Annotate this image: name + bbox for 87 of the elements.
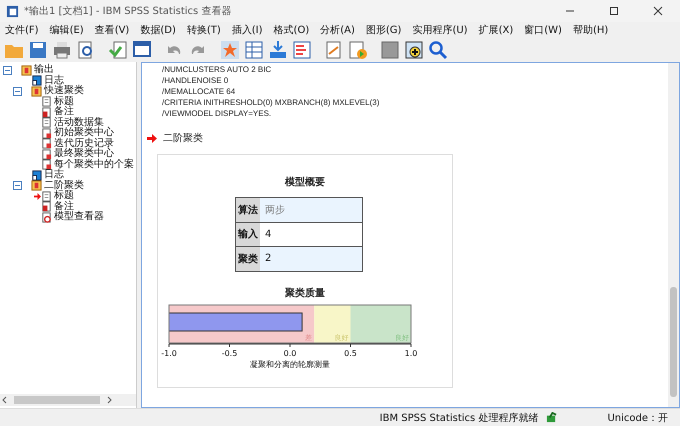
table-title: 模型概要 bbox=[285, 176, 325, 189]
tree-item[interactable]: 快速聚类 bbox=[44, 86, 84, 96]
page-icon bbox=[41, 117, 52, 128]
app-icon bbox=[6, 4, 19, 18]
menu-item[interactable]: 窗口(W) bbox=[524, 23, 562, 37]
window-title: *输出1 [文档1] - IBM SPSS Statistics 查看器 bbox=[24, 4, 232, 18]
tree-item[interactable]: 活动数据集 bbox=[54, 118, 104, 128]
table-icon bbox=[41, 128, 52, 139]
scale-label: 0.0 bbox=[284, 348, 296, 358]
chart-title: 聚类质量 bbox=[285, 286, 325, 300]
table-cell: 2 bbox=[260, 247, 362, 270]
current-arrow-icon bbox=[147, 134, 157, 142]
scale-label: -1.0 bbox=[161, 348, 177, 358]
tree-item[interactable]: 二阶聚类 bbox=[44, 180, 84, 191]
scale-label: 1.0 bbox=[404, 348, 418, 358]
section-heading: 二阶聚类 bbox=[163, 132, 203, 145]
table-icon[interactable] bbox=[244, 40, 264, 60]
menu-item[interactable]: 数据(D) bbox=[140, 23, 176, 37]
collapse-icon[interactable] bbox=[13, 181, 22, 190]
row-header: 算法 bbox=[236, 198, 260, 222]
tree-item[interactable]: 日志 bbox=[44, 76, 64, 86]
menu-item[interactable]: 帮助(H) bbox=[572, 23, 608, 37]
printer-icon[interactable] bbox=[52, 40, 72, 60]
horizontal-scrollbar[interactable] bbox=[0, 394, 136, 406]
collapse-icon[interactable] bbox=[13, 86, 22, 96]
table-icon bbox=[41, 148, 52, 160]
scroll-left-icon[interactable] bbox=[2, 396, 8, 404]
insert-icon[interactable] bbox=[404, 40, 424, 60]
menu-item[interactable]: 格式(O) bbox=[274, 23, 310, 37]
row-header: 聚类 bbox=[236, 247, 260, 270]
syntax-line: /HANDLENOISE 0 bbox=[162, 75, 230, 86]
collapse-icon[interactable] bbox=[3, 66, 12, 75]
menu-item[interactable]: 实用程序(U) bbox=[412, 23, 468, 37]
table-icon bbox=[41, 159, 52, 170]
import-icon[interactable] bbox=[268, 40, 288, 60]
close-icon[interactable] bbox=[653, 6, 663, 16]
log-icon bbox=[31, 75, 42, 86]
run-icon[interactable] bbox=[348, 40, 368, 60]
tree-item[interactable]: 最终聚类中心 bbox=[54, 149, 114, 160]
syntax-line: /CRITERIA INITHRESHOLD(0) MXBRANCH(8) MXLEVEL(3) bbox=[162, 97, 380, 108]
book-icon bbox=[21, 64, 32, 76]
page-icon bbox=[41, 190, 52, 202]
tree-item[interactable]: 迭代历史记录 bbox=[54, 138, 114, 149]
scale-caption: 凝聚和分离的轮廓测量 bbox=[250, 358, 330, 370]
syntax-line: /VIEWMODEL DISPLAY=YES. bbox=[162, 108, 272, 119]
menu-item[interactable]: 图形(G) bbox=[366, 23, 402, 37]
processor-icon bbox=[546, 412, 558, 423]
vertical-scrollbar[interactable] bbox=[668, 63, 679, 407]
notes-icon bbox=[41, 106, 52, 118]
star-icon[interactable] bbox=[220, 40, 240, 60]
menu-item[interactable]: 插入(I) bbox=[232, 23, 263, 37]
tree-item[interactable]: 标题 bbox=[54, 191, 74, 202]
tree-item[interactable]: 输出 bbox=[34, 65, 54, 76]
tree-item[interactable]: 初始聚类中心 bbox=[54, 128, 114, 138]
scale-label: 0.5 bbox=[344, 348, 357, 358]
table-icon bbox=[41, 138, 52, 150]
scale-label: -0.5 bbox=[222, 348, 238, 358]
search-icon[interactable] bbox=[428, 40, 448, 60]
log-icon bbox=[31, 170, 42, 181]
menu-item[interactable]: 扩展(X) bbox=[478, 23, 514, 37]
status-message: IBM SPSS Statistics 处理程序就绪 bbox=[380, 412, 538, 424]
book-icon bbox=[31, 180, 42, 192]
syntax-line: /MEMALLOCATE 64 bbox=[162, 86, 236, 97]
tree-item[interactable]: 日志 bbox=[44, 170, 64, 180]
dialog-icon[interactable] bbox=[132, 40, 152, 60]
menu-item[interactable]: 查看(V) bbox=[94, 23, 130, 37]
save-icon[interactable] bbox=[28, 40, 48, 60]
model-icon bbox=[41, 212, 52, 223]
tree-item[interactable]: 备注 bbox=[54, 202, 74, 212]
tree-item[interactable]: 每个聚类中的个案 bbox=[54, 160, 134, 170]
menu-item[interactable]: 分析(A) bbox=[320, 23, 355, 37]
encoding-status: Unicode：开 bbox=[607, 412, 668, 424]
tree-item[interactable]: 模型查看器 bbox=[54, 212, 104, 222]
menu-item[interactable]: 转换(T) bbox=[186, 23, 221, 37]
menu-item[interactable]: 编辑(E) bbox=[50, 23, 84, 37]
syntax-line: /NUMCLUSTERS AUTO 2 BIC bbox=[162, 64, 272, 75]
page-icon bbox=[41, 96, 52, 108]
row-header: 输入 bbox=[236, 222, 260, 246]
notes-icon bbox=[41, 201, 52, 212]
menu-item[interactable]: 文件(F) bbox=[5, 23, 39, 37]
book-icon bbox=[31, 86, 42, 97]
tree-item[interactable]: 备注 bbox=[54, 107, 74, 118]
scroll-right-icon[interactable] bbox=[106, 396, 112, 404]
tree-item[interactable]: 标题 bbox=[54, 96, 74, 107]
maximize-icon[interactable] bbox=[609, 6, 619, 16]
square-icon[interactable] bbox=[380, 40, 400, 60]
table-cell: 两步 bbox=[260, 198, 362, 222]
